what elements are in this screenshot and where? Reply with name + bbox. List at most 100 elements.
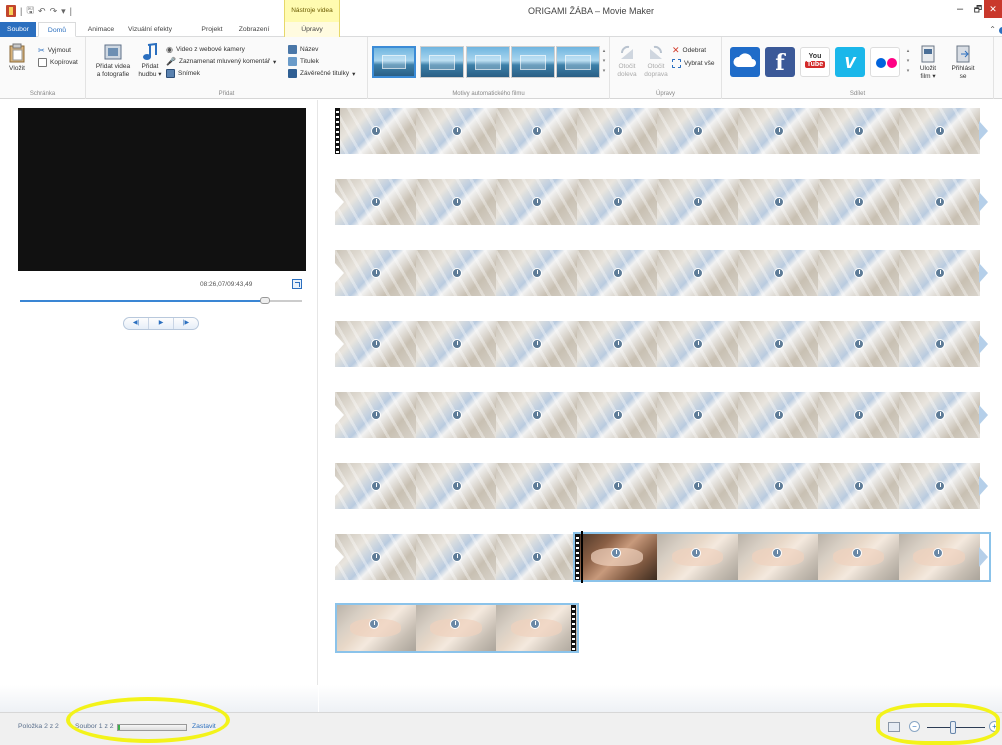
clip-thumbnail-photo[interactable] [898, 463, 980, 509]
clip-thumbnail-photo[interactable] [335, 463, 416, 509]
clip-thumbnail-photo[interactable] [737, 250, 819, 296]
clip-thumbnail-photo[interactable] [737, 463, 819, 509]
clip-thumbnail-photo[interactable] [737, 321, 819, 367]
add-music-button[interactable]: Přidat hudbu ▾ [136, 43, 164, 79]
theme-option-1[interactable] [372, 46, 416, 78]
clip-thumbnail-photo[interactable] [496, 108, 577, 154]
clip-thumbnail-photo[interactable] [496, 392, 577, 438]
clip-thumbnail-photo[interactable] [576, 321, 658, 367]
clip-thumbnail-video[interactable] [415, 605, 497, 651]
onedrive-share-button[interactable] [730, 47, 760, 77]
clip-thumbnail-photo[interactable] [818, 463, 899, 509]
flickr-share-button[interactable] [870, 47, 900, 77]
clip-thumbnail-photo[interactable] [898, 250, 980, 296]
clip-thumbnail-photo[interactable] [818, 179, 899, 225]
vimeo-share-button[interactable]: v [835, 47, 865, 77]
youtube-share-button[interactable]: You Tube [800, 47, 830, 77]
add-caption-button[interactable]: Titulek [288, 57, 319, 66]
clip-thumbnail-photo[interactable] [335, 392, 416, 438]
clip-thumbnail-photo[interactable] [657, 321, 738, 367]
tab-file[interactable]: Soubor [0, 22, 36, 37]
clip-thumbnail-photo[interactable] [496, 179, 577, 225]
clip-thumbnail-photo[interactable] [737, 179, 819, 225]
fullscreen-icon[interactable] [292, 279, 302, 289]
clip-thumbnail-photo[interactable] [415, 179, 497, 225]
clip-thumbnail-video[interactable] [818, 534, 899, 580]
tab-edit[interactable]: Úpravy [284, 22, 340, 37]
rotate-right-button[interactable]: Otočit doprava [642, 45, 670, 79]
clip-thumbnail-photo[interactable] [898, 179, 980, 225]
theme-option-4[interactable] [511, 46, 555, 78]
clip-thumbnail-photo[interactable] [496, 321, 577, 367]
clip-thumbnail-photo[interactable] [657, 108, 738, 154]
clip-thumbnail-photo[interactable] [818, 392, 899, 438]
storyboard-timeline[interactable] [319, 100, 1002, 712]
zoom-slider-thumb[interactable] [950, 721, 957, 734]
storyboard-view-icon[interactable] [888, 722, 900, 732]
clip-thumbnail-photo[interactable] [657, 250, 738, 296]
play-icon[interactable]: ▶ [149, 318, 174, 329]
remove-button[interactable]: ✕ Odebrat [672, 45, 706, 56]
clip-thumbnail-photo[interactable] [335, 108, 416, 154]
themes-gallery-scroll[interactable]: ▴ ▾ ▾ [600, 46, 608, 78]
save-movie-button[interactable]: Uložit film ▾ [915, 45, 941, 81]
clip-thumbnail-photo[interactable] [335, 321, 416, 367]
tab-animations[interactable]: Animace [82, 22, 120, 37]
cut-button[interactable]: ✂ Vyjmout [38, 46, 71, 55]
clip-thumbnail-video[interactable] [335, 605, 416, 651]
tab-view[interactable]: Zobrazení [228, 22, 280, 37]
sign-in-button[interactable]: Přihlásit se [946, 45, 980, 81]
clip-thumbnail-photo[interactable] [576, 250, 658, 296]
theme-option-3[interactable] [466, 46, 510, 78]
clip-thumbnail-photo[interactable] [898, 108, 980, 154]
add-videos-photos-button[interactable]: Přidat videa a fotografie [90, 43, 136, 79]
clip-thumbnail-photo[interactable] [657, 179, 738, 225]
webcam-video-button[interactable]: ◉ Video z webové kamery [166, 45, 245, 54]
zoom-in-icon[interactable]: + [989, 721, 1000, 732]
seek-slider[interactable] [20, 297, 302, 304]
clip-thumbnail-photo[interactable] [335, 179, 416, 225]
rotate-left-button[interactable]: Otočit doleva [614, 45, 640, 79]
paste-button[interactable]: Vložit [6, 43, 28, 73]
collapse-ribbon-icon[interactable]: ⌃ [989, 25, 996, 34]
clip-thumbnail-photo[interactable] [818, 250, 899, 296]
clip-thumbnail-photo[interactable] [737, 108, 819, 154]
close-button[interactable]: ✕ [984, 0, 1002, 18]
stop-import-link[interactable]: Zastavit [192, 723, 216, 730]
clip-thumbnail-photo[interactable] [415, 250, 497, 296]
clip-thumbnail-video[interactable] [657, 534, 738, 580]
facebook-share-button[interactable]: f [765, 47, 795, 77]
playhead-cursor[interactable] [580, 531, 583, 583]
clip-thumbnail-photo[interactable] [657, 392, 738, 438]
clip-thumbnail-photo[interactable] [335, 534, 416, 580]
clip-thumbnail-photo[interactable] [737, 392, 819, 438]
copy-button[interactable]: Kopírovat [38, 58, 78, 67]
share-gallery-scroll[interactable]: ▴ ▾ ▾ [904, 46, 912, 78]
clip-thumbnail-photo[interactable] [818, 108, 899, 154]
clip-thumbnail-video[interactable] [576, 534, 658, 580]
clip-thumbnail-photo[interactable] [496, 463, 577, 509]
clip-thumbnail-photo[interactable] [818, 321, 899, 367]
theme-option-2[interactable] [420, 46, 464, 78]
clip-thumbnail-photo[interactable] [415, 534, 497, 580]
clip-thumbnail-photo[interactable] [415, 108, 497, 154]
next-frame-icon[interactable]: |▶ [174, 318, 198, 329]
add-title-button[interactable]: Název [288, 45, 318, 54]
clip-thumbnail-photo[interactable] [576, 463, 658, 509]
tab-project[interactable]: Projekt [194, 22, 230, 37]
select-all-button[interactable]: Vybrat vše [672, 59, 714, 68]
zoom-out-icon[interactable]: − [909, 721, 920, 732]
tab-visual-effects[interactable]: Vizuální efekty [118, 22, 182, 37]
clip-thumbnail-photo[interactable] [335, 250, 416, 296]
clip-thumbnail-photo[interactable] [898, 321, 980, 367]
clip-thumbnail-photo[interactable] [415, 321, 497, 367]
clip-thumbnail-photo[interactable] [576, 392, 658, 438]
theme-option-5[interactable] [556, 46, 600, 78]
video-preview-screen[interactable] [18, 108, 306, 271]
add-credits-button[interactable]: Závěrečné titulky ▾ [288, 69, 355, 78]
clip-thumbnail-video[interactable] [737, 534, 819, 580]
clip-thumbnail-photo[interactable] [415, 463, 497, 509]
clip-thumbnail-photo[interactable] [576, 179, 658, 225]
clip-thumbnail-photo[interactable] [576, 108, 658, 154]
clip-thumbnail-video[interactable] [898, 534, 980, 580]
